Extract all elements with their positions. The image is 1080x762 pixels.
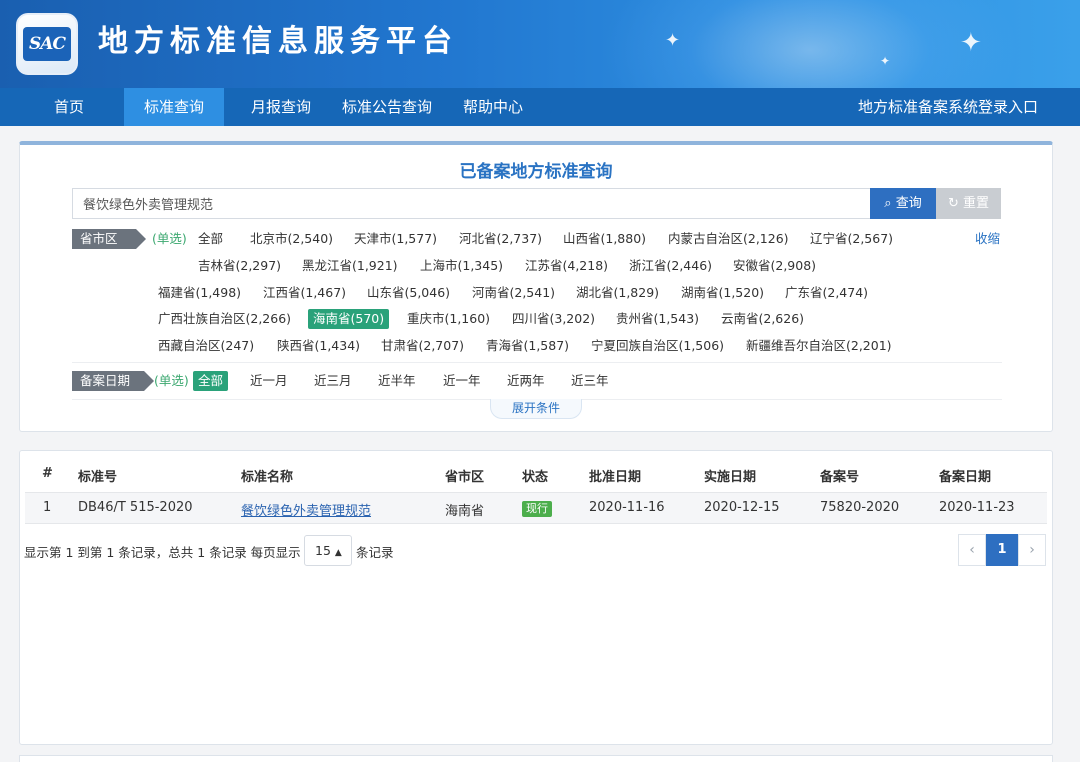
site-banner: ✦ ✦ ✦ SAC 地方标准信息服务平台	[0, 0, 1080, 88]
main-nav: 首页 标准查询 月报查询 标准公告查询 帮助中心 地方标准备案系统登录入口	[0, 88, 1080, 126]
region-option[interactable]: 安徽省(2,908)	[733, 256, 816, 276]
region-filter-label: 省市区	[72, 229, 146, 249]
approve-date: 2020-11-16	[589, 500, 665, 515]
region-option[interactable]: 西藏自治区(247)	[158, 336, 254, 356]
column-header[interactable]: 备案日期	[939, 466, 991, 485]
region-option[interactable]: 福建省(1,498)	[158, 283, 241, 303]
region-option[interactable]: 甘肃省(2,707)	[381, 336, 464, 356]
date-option[interactable]: 近一月	[250, 371, 288, 391]
column-header[interactable]: 备案号	[820, 466, 859, 485]
region-option[interactable]: 湖北省(1,829)	[576, 283, 659, 303]
refresh-icon: ↻	[947, 196, 959, 211]
region-option[interactable]: 河南省(2,541)	[472, 283, 555, 303]
region-mode: (单选)	[152, 231, 187, 246]
region-option[interactable]: 山西省(1,880)	[563, 229, 646, 249]
nav-home[interactable]: 首页	[40, 88, 98, 126]
nav-standard-query[interactable]: 标准查询	[124, 88, 224, 126]
prev-page-button[interactable]: ‹	[958, 534, 986, 566]
region-option[interactable]: 河北省(2,737)	[459, 229, 542, 249]
date-option[interactable]: 近半年	[378, 371, 416, 391]
date-option[interactable]: 近两年	[507, 371, 545, 391]
search-icon: ⌕	[884, 196, 892, 211]
region-option[interactable]: 上海市(1,345)	[420, 256, 503, 276]
expand-conditions-button[interactable]: 展开条件	[490, 399, 582, 419]
page-size-select[interactable]: 15 ▲	[304, 535, 352, 566]
footer-panel-edge	[19, 755, 1053, 762]
results-panel: # 标准号 标准名称 省市区 状态 批准日期 实施日期 备案号 备案日期 1 D…	[19, 450, 1053, 745]
region-option[interactable]: 辽宁省(2,567)	[810, 229, 893, 249]
region-option[interactable]: 江西省(1,467)	[263, 283, 346, 303]
date-option[interactable]: 近三月	[314, 371, 352, 391]
sac-logo-text: SAC	[23, 27, 71, 61]
region-option[interactable]: 重庆市(1,160)	[407, 309, 490, 329]
record-number: 75820-2020	[820, 500, 900, 515]
pager: ‹ 1 ›	[958, 534, 1046, 566]
next-page-button[interactable]: ›	[1018, 534, 1046, 566]
region-option[interactable]: 山东省(5,046)	[367, 283, 450, 303]
banner-glow	[600, 0, 1020, 88]
region-option[interactable]: 云南省(2,626)	[721, 309, 804, 329]
standard-code: DB46/T 515-2020	[78, 500, 193, 515]
region-option[interactable]: 江苏省(4,218)	[525, 256, 608, 276]
record-date: 2020-11-23	[939, 500, 1015, 515]
site-title: 地方标准信息服务平台	[98, 24, 458, 59]
region-option[interactable]: 新疆维吾尔自治区(2,201)	[746, 336, 892, 356]
date-option[interactable]: 近三年	[571, 371, 609, 391]
region-option[interactable]: 全部	[198, 229, 223, 249]
page-size-value: 15	[315, 543, 331, 558]
search-button-label: 查询	[895, 196, 922, 211]
region-option[interactable]: 吉林省(2,297)	[198, 256, 281, 276]
region-option[interactable]: 青海省(1,587)	[486, 336, 569, 356]
region-cell: 海南省	[445, 504, 485, 519]
nav-help-center[interactable]: 帮助中心	[450, 88, 536, 126]
region-option-selected[interactable]: 海南省(570)	[308, 309, 390, 329]
region-option[interactable]: 宁夏回族自治区(1,506)	[591, 336, 724, 356]
collapse-link[interactable]: 收缩	[975, 229, 1000, 249]
region-option[interactable]: 贵州省(1,543)	[616, 309, 699, 329]
column-header: #	[42, 466, 53, 481]
region-option[interactable]: 广西壮族自治区(2,266)	[158, 309, 291, 329]
pagination-info: 显示第 1 到第 1 条记录，总共 1 条记录 每页显示	[24, 545, 301, 560]
nav-announcement-query[interactable]: 标准公告查询	[330, 88, 444, 126]
date-option[interactable]: 近一年	[443, 371, 481, 391]
panel-title: 已备案地方标准查询	[459, 162, 613, 182]
status-badge: 现行	[522, 501, 552, 517]
region-option[interactable]: 内蒙古自治区(2,126)	[668, 229, 789, 249]
implement-date: 2020-12-15	[704, 500, 780, 515]
pagination-unit: 条记录	[356, 545, 394, 560]
date-option-selected[interactable]: 全部	[193, 371, 229, 391]
filing-system-login-link[interactable]: 地方标准备案系统登录入口	[858, 88, 1038, 126]
region-option[interactable]: 四川省(3,202)	[512, 309, 595, 329]
region-option[interactable]: 浙江省(2,446)	[629, 256, 712, 276]
sac-logo[interactable]: SAC	[16, 13, 78, 75]
date-mode: (单选)	[154, 373, 189, 388]
reset-button[interactable]: ↻ 重置	[936, 188, 1001, 219]
sparkle-icon: ✦	[880, 54, 891, 68]
region-option[interactable]: 天津市(1,577)	[354, 229, 437, 249]
caret-up-icon: ▲	[334, 548, 342, 558]
region-option[interactable]: 湖南省(1,520)	[681, 283, 764, 303]
region-option[interactable]: 北京市(2,540)	[250, 229, 333, 249]
search-panel: 已备案地方标准查询 ⌕ 查询 ↻ 重置 省市区 (单选) 收缩 全部 北京市(2…	[19, 141, 1053, 432]
search-button[interactable]: ⌕ 查询	[870, 188, 936, 219]
reset-button-label: 重置	[963, 196, 990, 211]
filter-divider	[72, 362, 1002, 363]
date-filter-label: 备案日期	[72, 371, 154, 391]
sparkle-icon: ✦	[665, 30, 681, 51]
sparkle-icon: ✦	[960, 28, 982, 58]
current-page-button[interactable]: 1	[986, 534, 1018, 566]
region-option[interactable]: 陕西省(1,434)	[277, 336, 360, 356]
column-header[interactable]: 省市区	[445, 466, 484, 485]
column-header[interactable]: 批准日期	[589, 466, 641, 485]
search-input[interactable]	[72, 188, 870, 219]
standard-name-link[interactable]: 餐饮绿色外卖管理规范	[241, 500, 371, 519]
column-header[interactable]: 实施日期	[704, 466, 756, 485]
region-option[interactable]: 黑龙江省(1,921)	[302, 256, 398, 276]
region-option[interactable]: 广东省(2,474)	[785, 283, 868, 303]
column-header[interactable]: 标准号	[78, 466, 117, 485]
row-number: 1	[43, 500, 52, 515]
nav-monthly-report[interactable]: 月报查询	[238, 88, 324, 126]
column-header[interactable]: 标准名称	[241, 466, 293, 485]
column-header[interactable]: 状态	[522, 466, 548, 485]
